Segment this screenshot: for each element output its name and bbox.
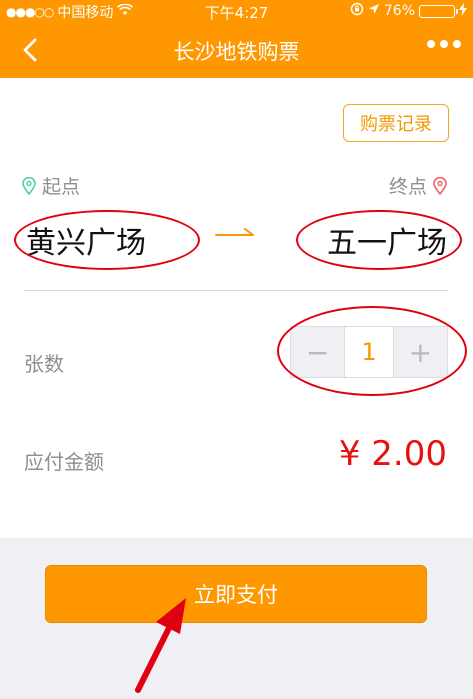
nav-bar: 长沙地铁购票 [0,22,473,78]
end-station[interactable]: 五一广场 [327,218,447,262]
pay-now-button[interactable]: 立即支付 [45,565,427,623]
quantity-stepper: − 1 + [290,326,448,378]
lock-rotation-icon [350,2,364,20]
divider [24,290,448,291]
quantity-label: 张数 [24,352,64,376]
decrease-button[interactable]: − [291,327,345,377]
more-icon [440,40,448,48]
ticket-card: 购票记录 起点 终点 黄兴广场 五一广场 张数 − 1 + 应付金额 ¥ 2.0… [0,78,473,538]
location-pin-icon [22,176,36,195]
location-pin-icon [433,176,447,195]
start-label: 起点 [22,172,80,199]
start-station[interactable]: 黄兴广场 [26,218,146,262]
more-icon [453,40,461,48]
status-right: 76% [350,2,467,20]
location-arrow-icon [368,3,380,19]
quantity-value[interactable]: 1 [344,327,394,377]
annotation-arrow-icon [135,598,186,693]
battery-percent: 76% [383,3,415,19]
increase-button[interactable]: + [393,327,448,377]
amount-label: 应付金额 [24,450,104,474]
more-icon [427,40,435,48]
amount-value: ¥ 2.00 [338,434,447,474]
page-title: 长沙地铁购票 [173,40,300,64]
end-label: 终点 [389,172,447,199]
arrow-right-icon [215,228,254,236]
charging-icon [459,2,467,20]
end-label-text: 终点 [388,176,427,198]
status-bar: ●●●○○ 中国移动 下午4:27 76% [0,0,473,22]
battery-icon [419,4,458,18]
start-label-text: 起点 [42,176,81,198]
more-button[interactable] [427,40,461,48]
purchase-record-button[interactable]: 购票记录 [343,104,449,142]
